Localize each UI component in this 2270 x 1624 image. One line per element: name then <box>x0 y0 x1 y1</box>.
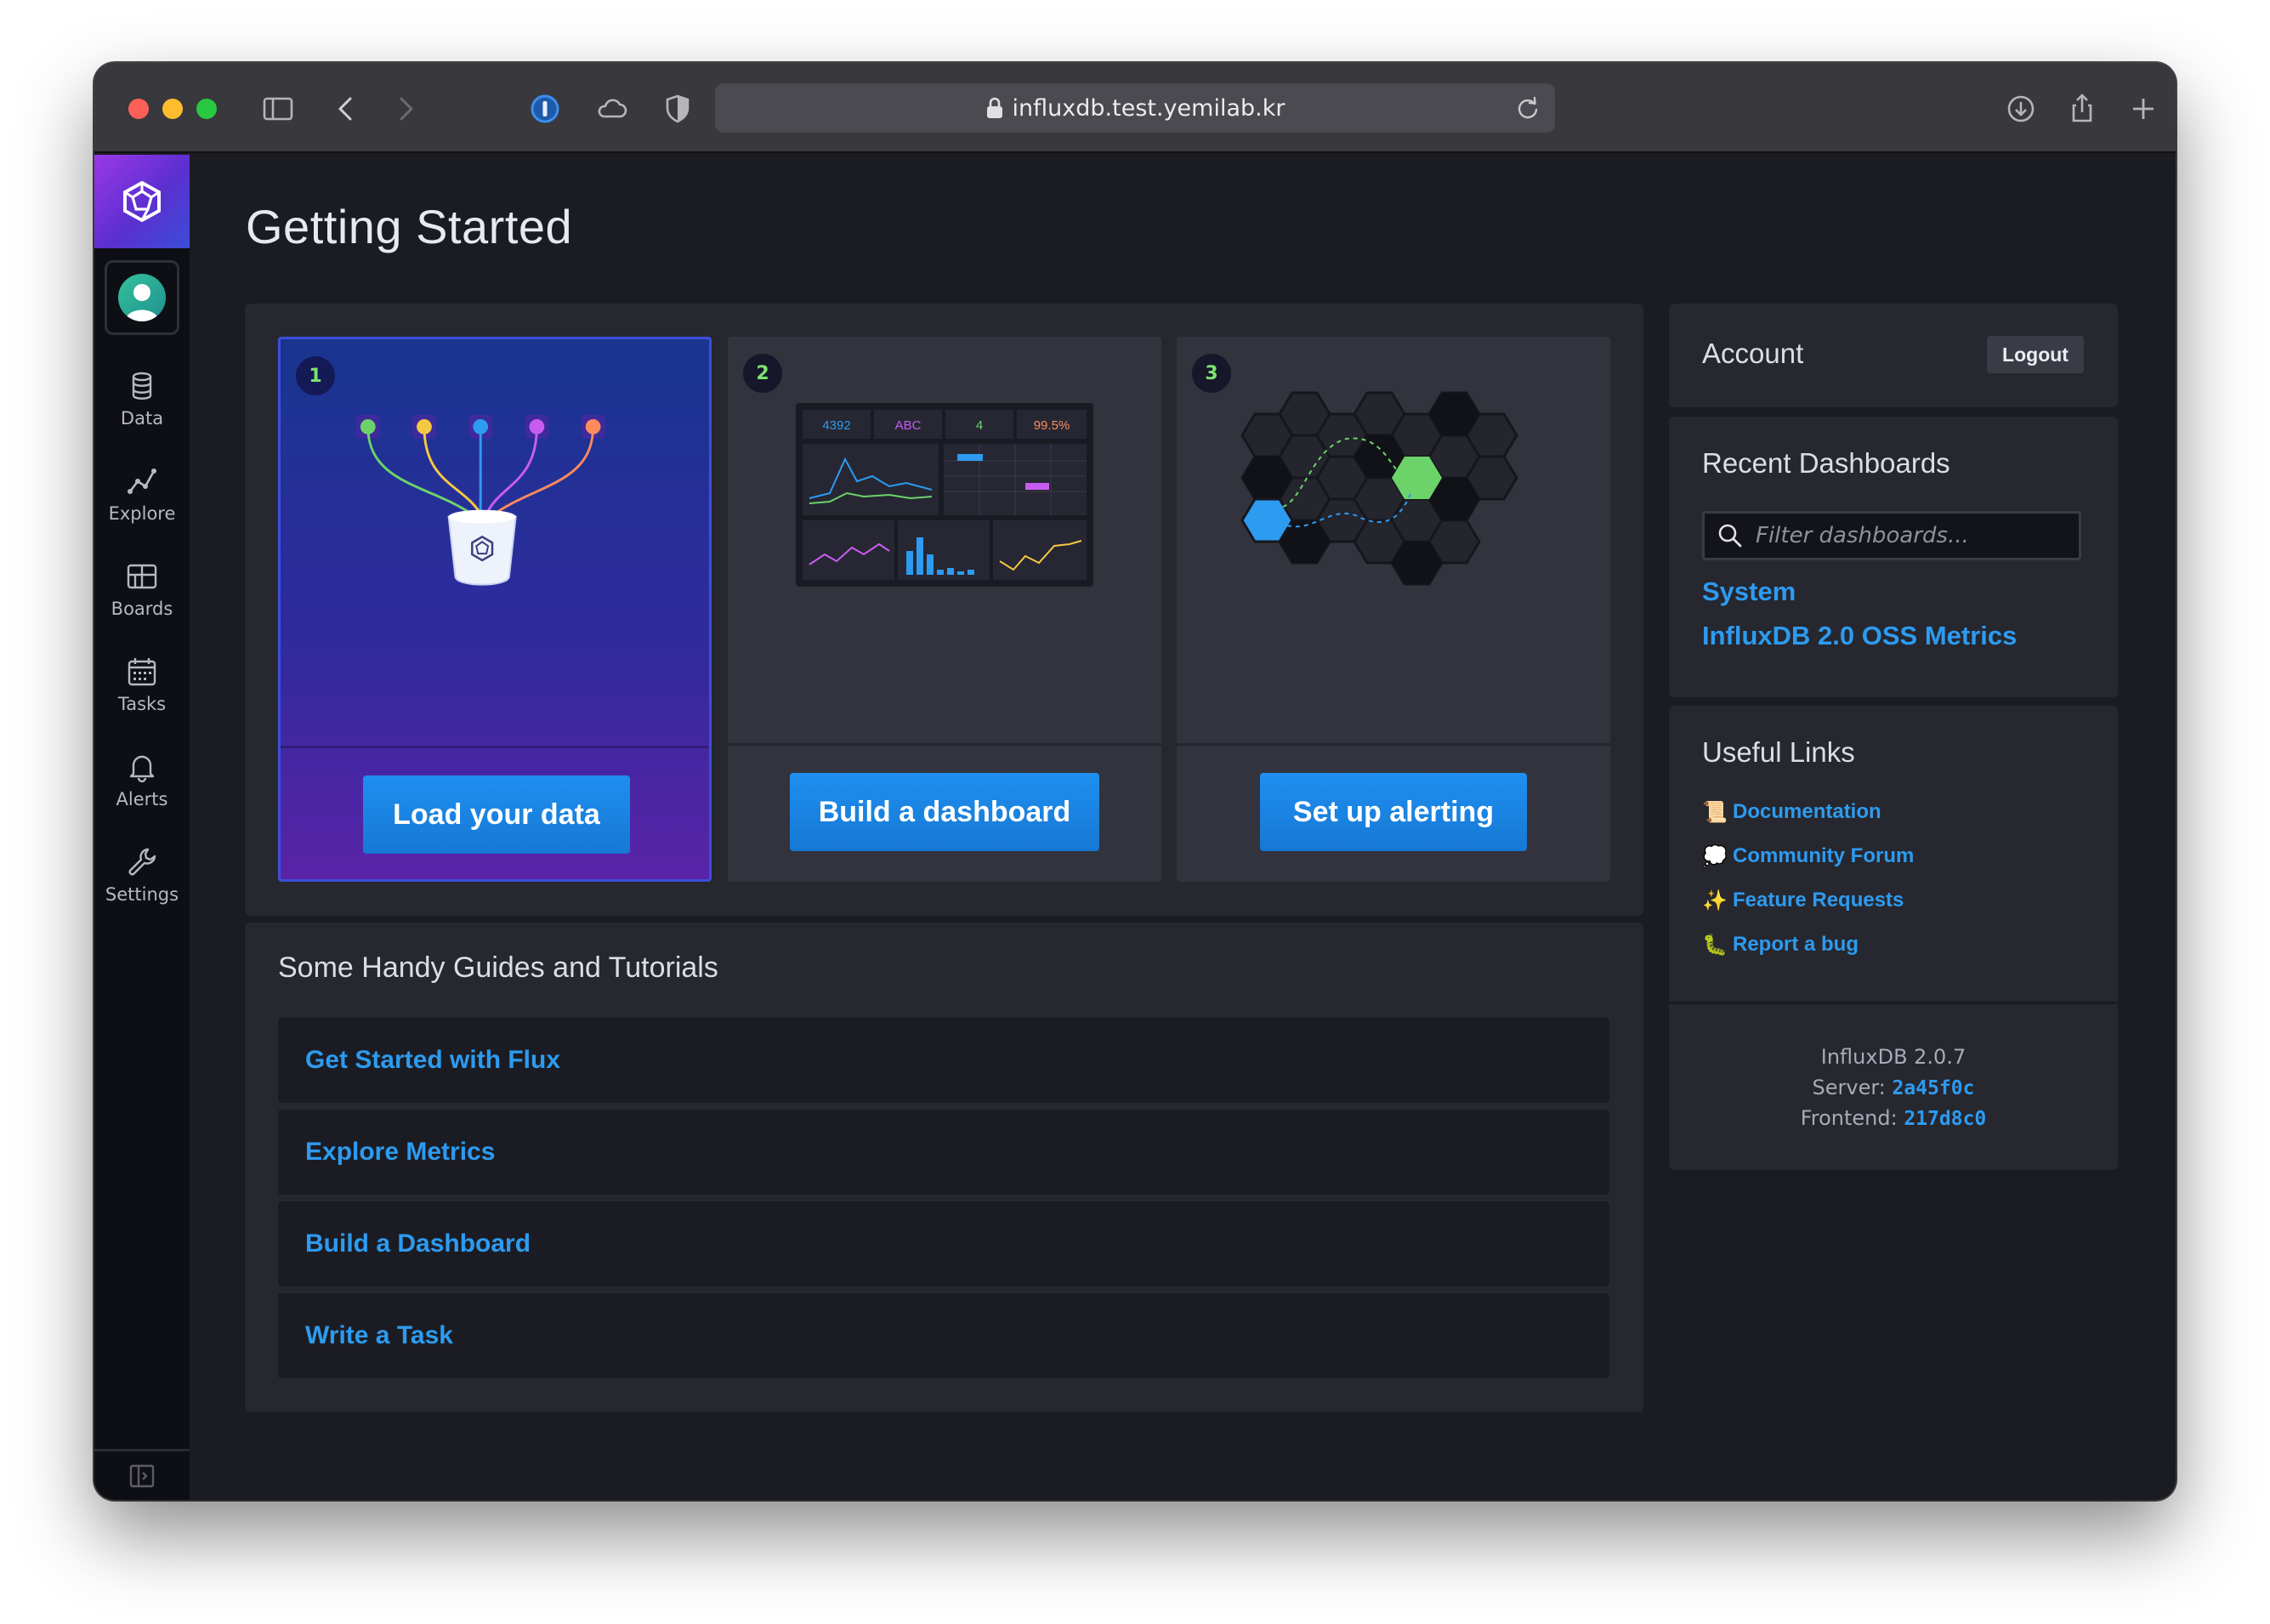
load-data-illustration <box>355 415 605 586</box>
recent-dashboards-title: Recent Dashboards <box>1702 447 1950 479</box>
set-up-alerting-button[interactable]: Set up alerting <box>1260 773 1527 851</box>
sidebar-item-label: Tasks <box>117 694 167 714</box>
stat-value: 4392 <box>822 418 850 433</box>
filter-placeholder: Filter dashboards... <box>1756 523 1969 548</box>
guide-link-flux[interactable]: Get Started with Flux <box>278 1018 1609 1103</box>
sidebar-item-label: Settings <box>105 884 179 905</box>
link-label: Feature Requests <box>1733 889 1904 911</box>
useful-links-title: Useful Links <box>1702 736 1855 768</box>
link-label: Documentation <box>1733 800 1881 823</box>
sidebar-toggle-icon[interactable] <box>258 88 298 129</box>
guides-title: Some Handy Guides and Tutorials <box>278 951 718 984</box>
stat-value: 4 <box>976 418 983 433</box>
scroll-icon: 📜 <box>1702 800 1728 824</box>
close-window-button[interactable] <box>128 99 149 119</box>
build-dashboard-button[interactable]: Build a dashboard <box>790 773 1099 851</box>
graph-icon <box>128 468 156 494</box>
logout-button[interactable]: Logout <box>1987 336 2084 373</box>
sidebar-item-label: Boards <box>111 599 173 619</box>
minimize-window-button[interactable] <box>162 99 183 119</box>
sidebar-item-label: Explore <box>108 503 176 524</box>
back-icon[interactable] <box>326 88 366 129</box>
version-info: InfluxDB 2.0.7 Server: 2a45f0c Frontend:… <box>1669 1002 2118 1171</box>
version-server: Server: 2a45f0c <box>1669 1076 2118 1099</box>
getting-started-panel: 1 Load your data 2 4392 ABC 4 99.5% Buil… <box>245 304 1643 916</box>
database-icon <box>132 372 152 400</box>
load-data-button[interactable]: Load your data <box>363 775 630 854</box>
account-title: Account <box>1702 338 1804 369</box>
zoom-window-button[interactable] <box>196 99 217 119</box>
link-report-bug[interactable]: 🐛 Report a bug <box>1702 932 1859 957</box>
page-title: Getting Started <box>246 200 573 253</box>
sidebar-item-settings[interactable]: Settings <box>94 845 190 930</box>
grid-icon <box>127 564 157 589</box>
sidebar-item-data[interactable]: Data <box>94 369 190 454</box>
frontend-label: Frontend: <box>1800 1106 1898 1130</box>
thought-bubble-icon: 💭 <box>1702 844 1728 868</box>
collapse-sidebar-button[interactable] <box>94 1449 190 1500</box>
address-bar[interactable]: influxdb.test.yemilab.kr <box>715 83 1555 133</box>
avatar <box>118 274 166 321</box>
frontend-hash: 217d8c0 <box>1904 1108 1987 1130</box>
bell-icon <box>129 755 155 783</box>
sidebar-item-boards[interactable]: Boards <box>94 559 190 644</box>
downloads-icon[interactable] <box>2000 88 2041 129</box>
recent-dashboards-panel: Recent Dashboards Filter dashboards... S… <box>1669 417 2118 697</box>
new-tab-icon[interactable] <box>2123 88 2164 129</box>
reload-icon[interactable] <box>1514 94 1541 122</box>
step-card-load-data[interactable]: 1 Load your data <box>278 337 712 882</box>
card-divider <box>1177 743 1610 746</box>
link-feature-requests[interactable]: ✨ Feature Requests <box>1702 888 1904 913</box>
user-avatar-button[interactable] <box>105 260 179 335</box>
server-hash: 2a45f0c <box>1892 1077 1975 1099</box>
password-manager-icon[interactable] <box>525 88 565 129</box>
share-icon[interactable] <box>2062 88 2103 129</box>
expand-panel-icon <box>129 1464 155 1487</box>
icloud-icon[interactable] <box>591 88 632 129</box>
sidebar-item-label: Alerts <box>116 789 168 809</box>
guide-link-write-task[interactable]: Write a Task <box>278 1293 1609 1378</box>
browser-window: influxdb.test.yemilab.kr Data Explore Bo… <box>94 63 2176 1500</box>
dashboard-illustration: 4392 ABC 4 99.5% <box>796 403 1093 587</box>
sidebar-item-label: Data <box>120 408 164 429</box>
version-frontend: Frontend: 217d8c0 <box>1669 1106 2118 1130</box>
sidebar-item-alerts[interactable]: Alerts <box>94 750 190 835</box>
filter-dashboards-input[interactable]: Filter dashboards... <box>1702 511 2081 560</box>
stat-value: ABC <box>895 418 922 433</box>
alerting-illustration <box>1240 391 1518 586</box>
link-label: Report a bug <box>1733 933 1859 956</box>
link-documentation[interactable]: 📜 Documentation <box>1702 799 1881 825</box>
privacy-shield-icon[interactable] <box>657 88 698 129</box>
link-label: Community Forum <box>1733 844 1915 867</box>
dashboard-link-influxdb-metrics[interactable]: InfluxDB 2.0 OSS Metrics <box>1702 621 2017 651</box>
server-label: Server: <box>1812 1076 1886 1099</box>
version-product: InfluxDB 2.0.7 <box>1820 1045 1966 1069</box>
influxdb-logo[interactable] <box>94 155 190 248</box>
sidebar-item-tasks[interactable]: Tasks <box>94 655 190 740</box>
forward-icon[interactable] <box>385 88 426 129</box>
calendar-icon <box>128 658 156 686</box>
dashboard-link-system[interactable]: System <box>1702 576 1796 607</box>
step-card-alerting[interactable]: 3 Set up alerting <box>1177 337 1610 882</box>
url-text: influxdb.test.yemilab.kr <box>1012 94 1285 122</box>
card-divider <box>281 746 709 748</box>
link-community-forum[interactable]: 💭 Community Forum <box>1702 843 1914 869</box>
account-panel: Account Logout <box>1669 304 2118 407</box>
card-divider <box>728 743 1161 746</box>
stat-value: 99.5% <box>1034 418 1070 433</box>
sparkles-icon: ✨ <box>1702 889 1728 912</box>
lock-icon <box>986 97 1002 118</box>
guide-link-build-dashboard[interactable]: Build a Dashboard <box>278 1201 1609 1286</box>
app-sidebar: Data Explore Boards Tasks Alerts Setting… <box>94 155 190 1500</box>
search-icon <box>1718 524 1742 548</box>
bug-icon: 🐛 <box>1702 933 1728 957</box>
sidebar-item-explore[interactable]: Explore <box>94 464 190 549</box>
browser-toolbar: influxdb.test.yemilab.kr <box>94 63 2176 153</box>
wrench-icon <box>128 848 156 876</box>
step-card-build-dashboard[interactable]: 2 4392 ABC 4 99.5% Build a dashboard <box>728 337 1161 882</box>
guide-link-explore-metrics[interactable]: Explore Metrics <box>278 1110 1609 1195</box>
useful-links-panel: Useful Links 📜 Documentation 💭 Community… <box>1669 706 2118 1170</box>
guides-panel: Some Handy Guides and Tutorials Get Star… <box>245 923 1643 1412</box>
